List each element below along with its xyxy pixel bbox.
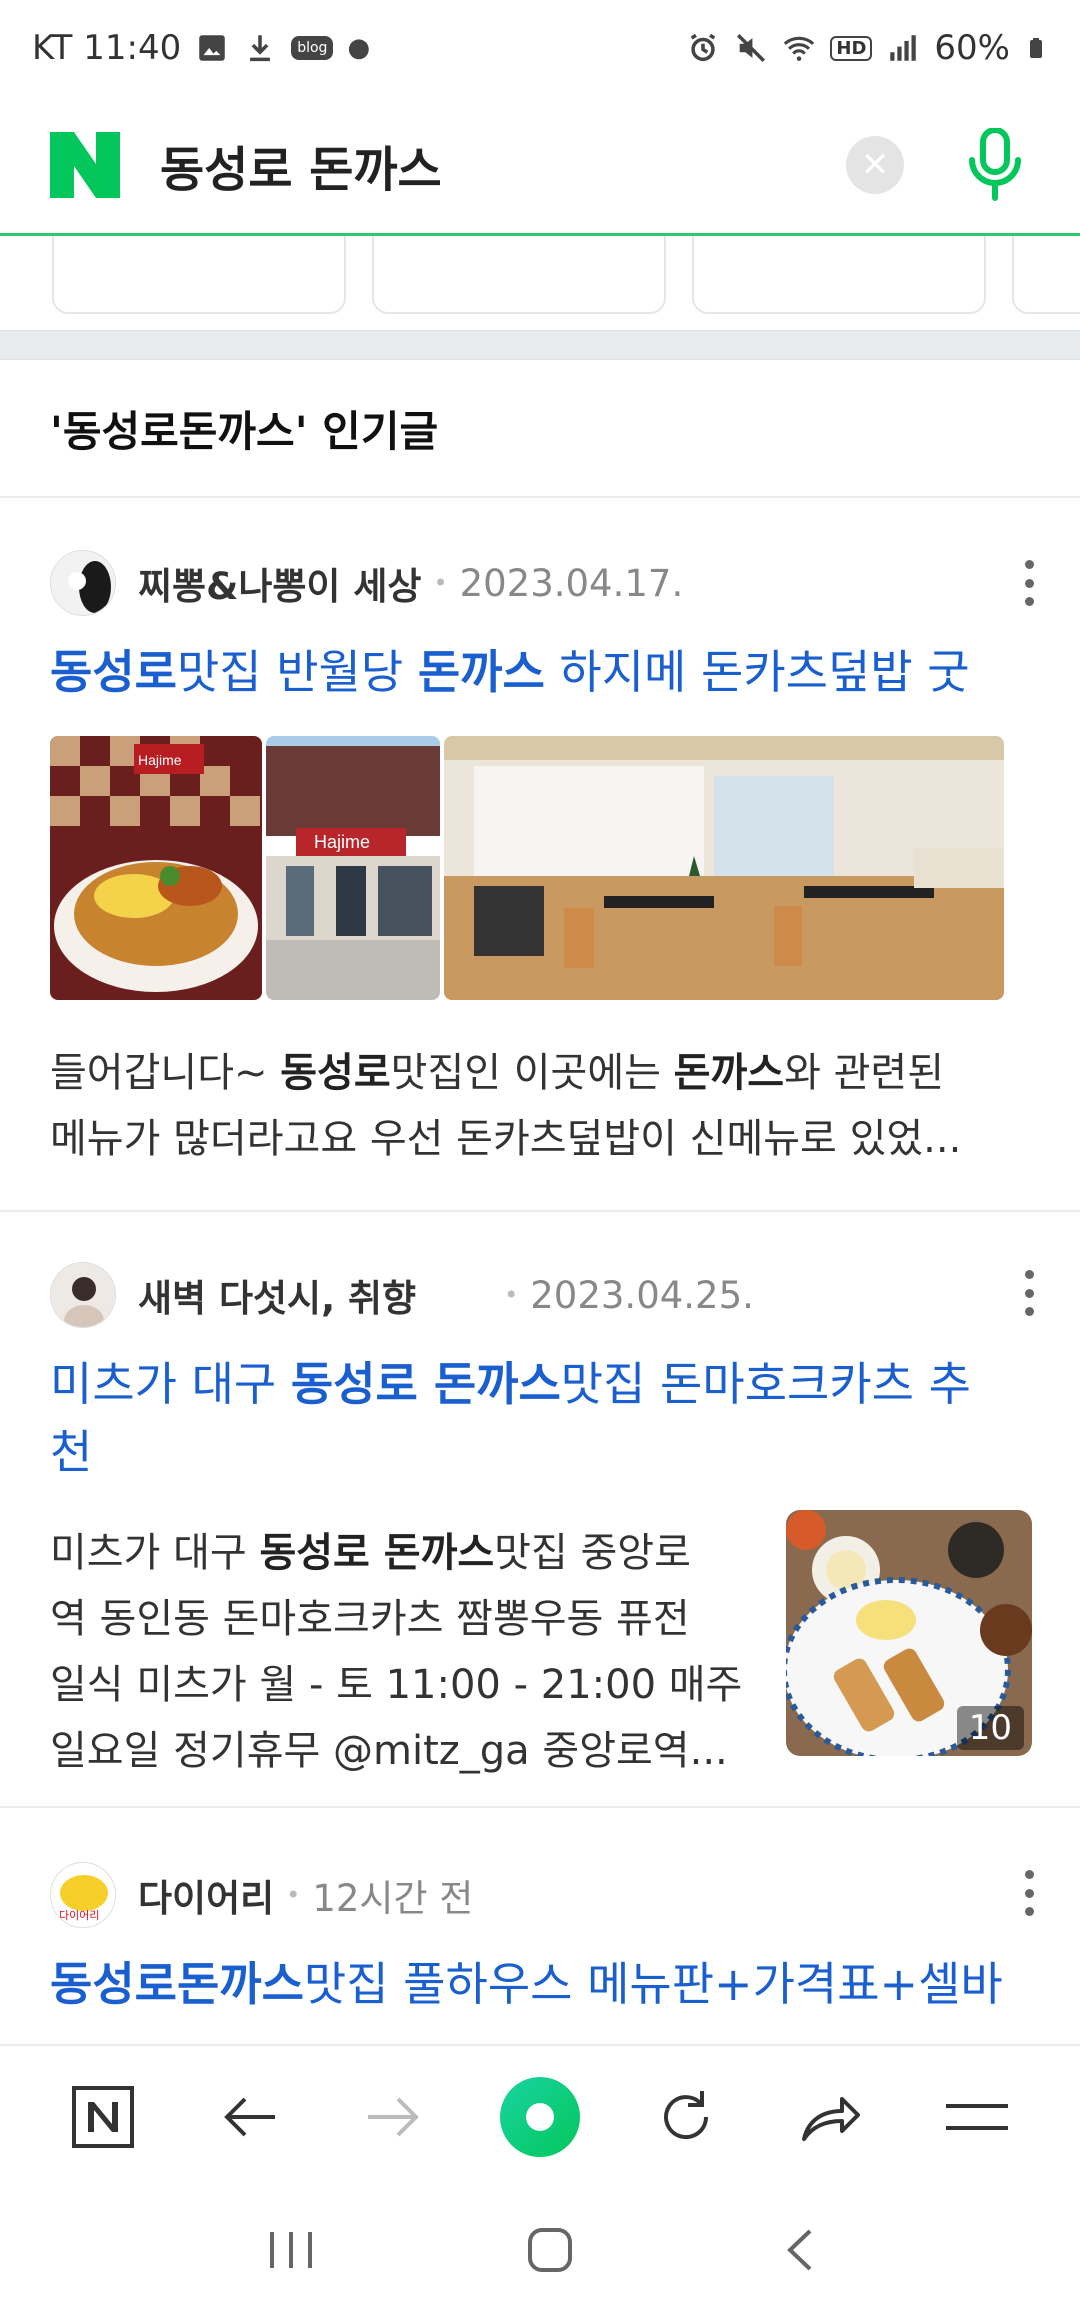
voice-search-button[interactable] [960,125,1030,205]
post-title[interactable]: 동성로돈까스맛집 풀하우스 메뉴판+가격표+셀바 [50,1950,1030,2018]
svg-text:Hajime: Hajime [314,832,370,852]
naver-n-icon [71,2086,134,2148]
avatar[interactable]: 다이어리 [50,1862,116,1928]
menu-button[interactable] [932,2072,1022,2162]
post-author-row: 다이어리 다이어리 • 12시간 전 [50,1860,473,1930]
post-image-strip[interactable]: Hajime Hajime [50,736,1004,1000]
related-chip[interactable] [1012,236,1080,314]
search-header: 동성로 돈까스 ✕ [0,96,1080,236]
post-author-row: 새벽 다섯시, 취향 • 2023.04.25. [50,1260,754,1330]
share-button[interactable] [786,2072,876,2162]
hd-icon: HD [830,35,873,61]
search-input[interactable]: 동성로 돈까스 [160,130,442,200]
post-item[interactable]: 새벽 다섯시, 취향 • 2023.04.25. 미츠가 대구 동성로 돈까스맛… [0,1212,1080,1806]
avatar[interactable] [50,1262,116,1328]
storefront-image[interactable]: Hajime [266,736,440,1000]
alarm-icon [691,33,716,62]
svg-text:다이어리: 다이어리 [59,1909,99,1922]
author-name[interactable]: 찌뽕&나뽕이 세상 [138,556,421,610]
mute-icon [737,33,766,63]
arrow-right-icon [368,2097,420,2137]
battery-icon [1030,38,1042,58]
post-date: 2023.04.25. [530,1273,754,1317]
more-options-icon[interactable] [1022,1270,1036,1316]
image-count-badge: 10 [956,1706,1024,1750]
naver-home-button[interactable] [58,2072,148,2162]
post-title[interactable]: 동성로맛집 반월당 돈까스 하지메 돈카츠덮밥 굿 [50,638,1030,706]
avatar[interactable] [50,550,116,616]
arrow-left-icon [223,2097,275,2137]
naver-logo-icon[interactable] [50,131,120,198]
post-title[interactable]: 미츠가 대구 동성로 돈까스맛집 돈마호크카츠 추 천 [50,1350,1030,1486]
share-arrow-icon [802,2097,861,2141]
dot-icon: ● [347,33,371,63]
author-name[interactable]: 다이어리 [138,1868,274,1922]
post-snippet[interactable]: 들어갑니다~ 동성로맛집인 이곳에는 돈까스와 관련된 메뉴가 많더라고요 우선… [50,1040,961,1172]
post-author-row: 찌뽕&나뽕이 세상 • 2023.04.17. [50,548,683,618]
green-dot-button[interactable] [495,2072,585,2162]
related-chip[interactable] [692,236,986,314]
gallery-icon [199,35,225,61]
post-item[interactable]: 다이어리 다이어리 • 12시간 전 동성로돈까스맛집 풀하우스 메뉴판+가격표… [0,1808,1080,2044]
recent-apps-icon [269,2232,312,2268]
post-date: 2023.04.17. [459,561,684,605]
home-icon [527,2228,572,2272]
section-title: '동성로돈까스' 인기글 [0,360,1080,498]
related-chips-row [0,236,1080,328]
download-icon [250,35,271,62]
forward-button[interactable] [349,2072,439,2162]
related-chip[interactable] [52,236,346,314]
wifi-icon [784,36,815,61]
carrier-time: KT 11:40 [32,28,182,68]
home-button[interactable] [527,2227,573,2277]
post-snippet[interactable]: 미츠가 대구 동성로 돈까스맛집 중앙로 역 동인동 돈마호크카츠 짬뽕우동 퓨… [50,1520,750,1784]
green-dot-icon [499,2077,580,2157]
chevron-left-icon [787,2229,812,2271]
interior-image[interactable] [444,736,1004,1000]
signal-icon [890,35,917,61]
author-name[interactable]: 새벽 다섯시, 취향 [138,1268,416,1322]
battery-percent: 60% [934,28,1010,68]
close-icon: ✕ [860,144,890,185]
hamburger-menu-icon [946,2104,1009,2130]
refresh-icon [663,2091,708,2140]
system-back-button[interactable] [784,2227,814,2277]
related-chip[interactable] [372,236,666,314]
post-date: 12시간 전 [312,1877,474,1920]
section-divider [0,330,1080,360]
system-nav-bar [0,2188,1080,2316]
food-image[interactable]: Hajime [50,736,262,1000]
clear-search-button[interactable]: ✕ [846,135,904,194]
recent-apps-button[interactable] [266,2228,316,2276]
back-button[interactable] [204,2072,294,2162]
microphone-icon [969,127,1021,201]
post-thumbnail[interactable]: 10 [786,1510,1032,1756]
more-options-icon[interactable] [1022,1870,1036,1916]
browser-toolbar [0,2044,1080,2188]
more-options-icon[interactable] [1022,560,1036,606]
refresh-button[interactable] [641,2072,731,2162]
blog-notification-icon: blog [291,36,334,60]
post-item[interactable]: 찌뽕&나뽕이 세상 • 2023.04.17. 동성로맛집 반월당 돈까스 하지… [0,498,1080,1210]
status-bar: KT 11:40 blog ● HD 60% [0,0,1080,96]
image-sign-text: Hajime [138,752,182,768]
